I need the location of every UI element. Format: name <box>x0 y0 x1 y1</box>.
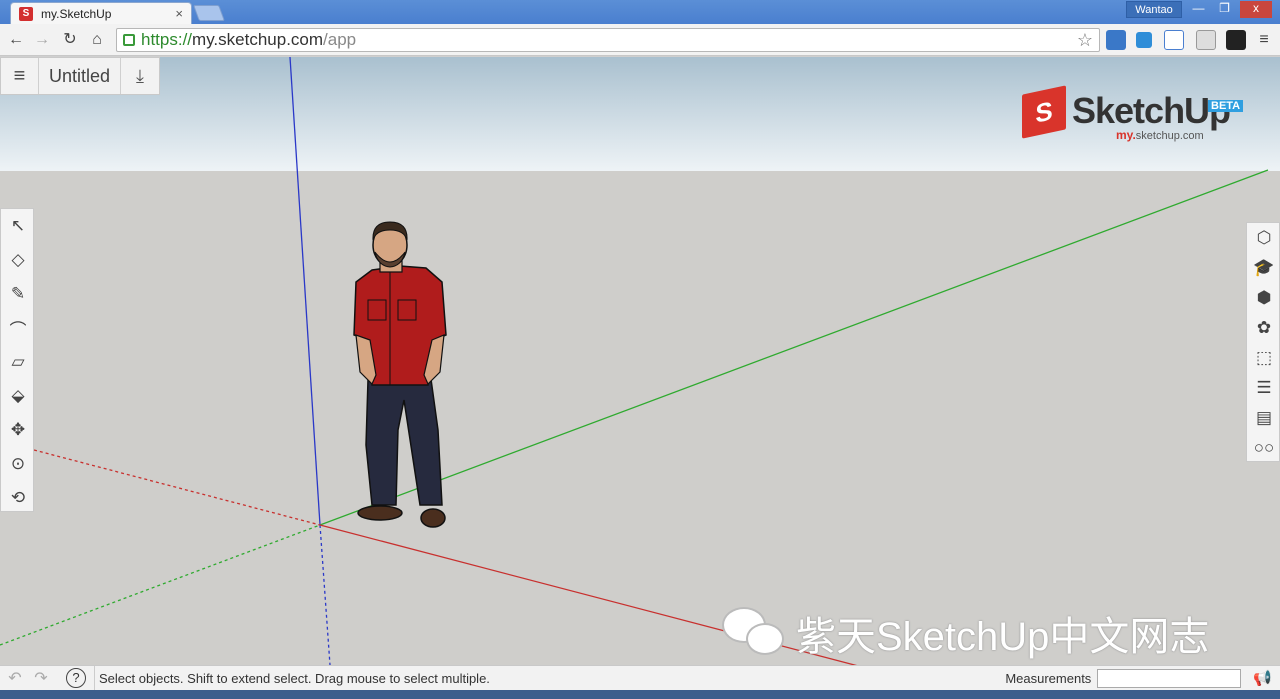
sketchup-logo-icon: S <box>1022 85 1066 139</box>
scenes-icon[interactable]: ▤ <box>1247 403 1280 433</box>
hamburger-menu-icon[interactable]: ≡ <box>1 58 39 94</box>
display-glasses-icon[interactable]: ○○ <box>1247 433 1280 463</box>
push-pull-tool-icon[interactable]: ⬙ <box>1 379 35 413</box>
green-axis-dashed <box>0 524 321 646</box>
blue-axis-dashed <box>319 524 331 666</box>
blue-axis-solid <box>289 56 321 526</box>
green-axis-solid <box>319 169 1269 526</box>
select-tool-icon[interactable]: ↖ <box>1 209 35 243</box>
pencil-tool-icon[interactable]: ✎ <box>1 277 35 311</box>
status-bar: ↶ ↷ ? Select objects. Shift to extend se… <box>0 665 1280 691</box>
document-title[interactable]: Untitled <box>39 58 121 94</box>
move-tool-icon[interactable]: ✥ <box>1 413 35 447</box>
logo-subtitle: my.sketchup.com <box>1116 128 1204 142</box>
right-toolbar: ⬡ 🎓 ⬢ ✿ ⬚ ☰ ▤ ○○ <box>1246 222 1280 462</box>
logo-name: SketchUp <box>1072 90 1231 131</box>
os-taskbar <box>0 690 1280 699</box>
eraser-tool-icon[interactable]: ◇ <box>1 243 35 277</box>
entity-info-icon[interactable]: ⬡ <box>1247 223 1280 253</box>
measurements-label: Measurements <box>1005 670 1092 686</box>
undo-icon[interactable]: ↶ <box>4 668 26 688</box>
tape-measure-tool-icon[interactable]: ⊙ <box>1 447 35 481</box>
instructor-icon[interactable]: 🎓 <box>1247 253 1280 283</box>
save-download-icon[interactable]: ⤓ <box>121 58 159 94</box>
megaphone-icon[interactable]: 📢 <box>1253 669 1272 687</box>
left-toolbar: ↖ ◇ ✎ ⌒ ▱ ⬙ ✥ ⊙ ⟲ <box>0 208 34 512</box>
beta-badge: BETA <box>1208 100 1244 112</box>
orbit-tool-icon[interactable]: ⟲ <box>1 481 35 515</box>
styles-icon[interactable]: ⬚ <box>1247 343 1280 373</box>
measurements-input[interactable] <box>1097 668 1242 688</box>
wechat-icon <box>722 605 788 661</box>
status-message: Select objects. Shift to extend select. … <box>94 665 1005 691</box>
file-toolbar: ≡ Untitled ⤓ <box>0 57 160 95</box>
watermark-text: 紫天SketchUp中文网志 <box>796 615 1210 659</box>
person-figure <box>353 221 447 528</box>
components-icon[interactable]: ⬢ <box>1247 283 1280 313</box>
layers-icon[interactable]: ☰ <box>1247 373 1280 403</box>
redo-icon[interactable]: ↷ <box>30 668 52 688</box>
red-axis-dashed <box>33 449 321 526</box>
materials-icon[interactable]: ✿ <box>1247 313 1280 343</box>
arc-tool-icon[interactable]: ⌒ <box>1 311 35 345</box>
rectangle-tool-icon[interactable]: ▱ <box>1 345 35 379</box>
help-icon[interactable]: ? <box>66 668 86 688</box>
sketchup-logo: S SketchUp BETA my.sketchup.com <box>1022 85 1252 144</box>
watermark: 紫天SketchUp中文网志 <box>722 604 1209 662</box>
